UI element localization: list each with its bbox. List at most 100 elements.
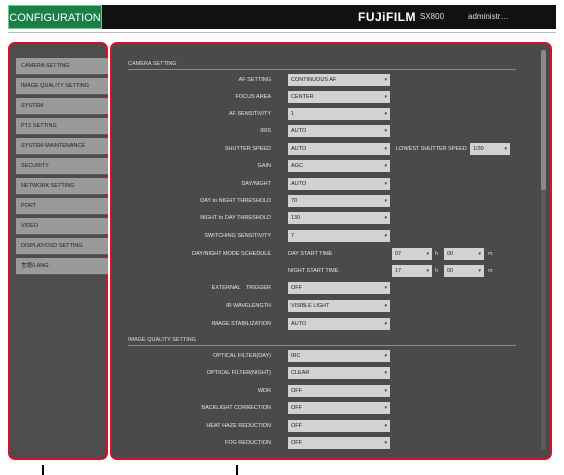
day-to-night-select[interactable]: 70 ▾: [288, 195, 390, 207]
optical-filter-night-label: OPTICAL FILTER(NIGHT): [206, 370, 271, 376]
hour-unit: h: [435, 268, 439, 274]
focus-area-select[interactable]: CENTER ▾: [288, 91, 390, 103]
sidebar-item-system[interactable]: SYSTEM: [16, 98, 108, 115]
chevron-down-icon: ▾: [384, 423, 387, 429]
sidebar-item-camera-setting[interactable]: CAMERA SETTING: [16, 58, 108, 75]
gain-label: GAIN: [257, 163, 271, 169]
ir-wavelength-label: IR WAVELENGTH: [226, 303, 271, 309]
callout-marker: [236, 465, 238, 475]
backlight-label: BACKLIGHT CORRECTION: [201, 405, 271, 411]
schedule-label: DAY/NIGHT MODE SCHEDULE: [192, 251, 271, 257]
chevron-down-icon: ▾: [384, 370, 387, 376]
model-name: SX800: [420, 12, 445, 21]
chevron-down-icon: ▾: [426, 268, 429, 274]
header-divider: [8, 32, 556, 33]
chevron-down-icon: ▾: [478, 268, 481, 274]
chevron-down-icon: ▾: [384, 388, 387, 394]
chevron-down-icon: ▾: [504, 146, 507, 152]
af-sensitivity-label: AF SENSITIVITY: [228, 111, 271, 117]
day-start-label: DAY START TIME: [288, 251, 333, 257]
chevron-down-icon: ▾: [426, 251, 429, 257]
chevron-down-icon: ▾: [384, 181, 387, 187]
ir-wavelength-select[interactable]: VISIBLE LIGHT ▾: [288, 300, 390, 312]
day-start-min-select[interactable]: 00 ▾: [444, 248, 484, 260]
gain-select[interactable]: AGC ▾: [288, 160, 390, 172]
chevron-down-icon: ▾: [384, 405, 387, 411]
chevron-down-icon: ▾: [478, 251, 481, 257]
chevron-down-icon: ▾: [384, 233, 387, 239]
wdr-select[interactable]: OFF ▾: [288, 385, 390, 397]
chevron-down-icon: ▾: [384, 321, 387, 327]
focus-area-label: FOCUS AREA: [235, 94, 271, 100]
shutter-speed-select[interactable]: AUTO ▾: [288, 143, 390, 155]
heat-haze-select[interactable]: OFF ▾: [288, 420, 390, 432]
shutter-speed-label: SHUTTER SPEED: [224, 146, 271, 152]
sidebar-item-display-osd[interactable]: DISPLAY/OSD SETTING: [16, 238, 108, 255]
chevron-down-icon: ▾: [384, 215, 387, 221]
af-setting-select[interactable]: CONTINUOUS AF ▾: [288, 74, 390, 86]
chevron-down-icon: ▾: [384, 353, 387, 359]
camera-setting-title: CAMERA SETTING: [128, 61, 177, 67]
user-menu[interactable]: administr…: [468, 5, 508, 29]
sidebar-item-ptz[interactable]: PTZ SETTING: [16, 118, 108, 135]
scrollbar-thumb[interactable]: [541, 50, 546, 190]
lowest-shutter-label: LOWEST SHUTTER SPEED: [396, 146, 467, 152]
image-stabilization-select[interactable]: AUTO ▾: [288, 318, 390, 330]
sidebar-item-language[interactable]: 言語/LANG.: [16, 258, 108, 275]
settings-panel: CAMERA SETTING AF SETTING CONTINUOUS AF ▾…: [110, 42, 552, 460]
minute-unit: m: [488, 268, 493, 274]
switching-sensitivity-select[interactable]: 7 ▾: [288, 230, 390, 242]
day-night-select[interactable]: AUTO ▾: [288, 178, 390, 190]
lowest-shutter-select[interactable]: 1/30 ▾: [470, 143, 510, 155]
night-to-day-select[interactable]: 130 ▾: [288, 212, 390, 224]
day-night-label: DAY/NIGHT: [241, 181, 271, 187]
chevron-down-icon: ▾: [384, 111, 387, 117]
image-quality-title: IMAGE QUALITY SETTING: [128, 337, 197, 343]
iris-select[interactable]: AUTO ▾: [288, 125, 390, 137]
chevron-down-icon: ▾: [384, 94, 387, 100]
af-sensitivity-select[interactable]: 1 ▾: [288, 108, 390, 120]
night-to-day-label: NIGHT to DAY THRESHOLD: [200, 215, 271, 221]
header-bar: CONFIGURATION FUJiFILM SX800 administr…: [8, 5, 556, 29]
optical-filter-night-select[interactable]: CLEAR ▾: [288, 367, 390, 379]
minute-unit: m: [488, 251, 493, 257]
app-title-tab[interactable]: CONFIGURATION: [8, 5, 102, 29]
af-setting-label: AF SETTING: [238, 77, 271, 83]
day-to-night-label: DAY to NIGHT THRESHOLD: [200, 198, 271, 204]
section-divider: [128, 69, 516, 70]
chevron-down-icon: ▾: [384, 163, 387, 169]
section-divider: [128, 345, 516, 346]
external-trigger-select[interactable]: OFF ▾: [288, 282, 390, 294]
chevron-down-icon: ▾: [384, 285, 387, 291]
heat-haze-label: HEAT HAZE REDUCTION: [206, 423, 271, 429]
sidebar-item-system-maintenance[interactable]: SYSTEM MAINTENANCE: [16, 138, 108, 155]
optical-filter-day-select[interactable]: IRC ▾: [288, 350, 390, 362]
backlight-select[interactable]: OFF ▾: [288, 402, 390, 414]
sidebar-item-image-quality[interactable]: IMAGE QUALITY SETTING: [16, 78, 108, 95]
external-trigger-label: EXTERNAL TRIGGER: [211, 285, 271, 291]
chevron-down-icon: ▾: [384, 77, 387, 83]
day-start-hour-select[interactable]: 07 ▾: [392, 248, 432, 260]
chevron-down-icon: ▾: [384, 198, 387, 204]
hour-unit: h: [435, 251, 439, 257]
sidebar: CAMERA SETTING IMAGE QUALITY SETTING SYS…: [8, 42, 108, 460]
callout-marker: [42, 465, 44, 475]
chevron-down-icon: ▾: [384, 128, 387, 134]
sidebar-item-video[interactable]: VIDEO: [16, 218, 108, 235]
scrollbar[interactable]: [541, 50, 546, 450]
night-start-hour-select[interactable]: 17 ▾: [392, 265, 432, 277]
switching-sensitivity-label: SWITCHING SENSITIVITY: [204, 233, 271, 239]
fog-reduction-select[interactable]: OFF ▾: [288, 437, 390, 449]
image-stabilization-label: IMAGE STABILIZATION: [211, 321, 271, 327]
wdr-label: WDR: [257, 388, 271, 394]
iris-label: IRIS: [260, 128, 271, 134]
night-start-min-select[interactable]: 00 ▾: [444, 265, 484, 277]
brand-logo: FUJiFILM: [358, 10, 416, 24]
sidebar-item-security[interactable]: SECURITY: [16, 158, 108, 175]
chevron-down-icon: ▾: [384, 146, 387, 152]
sidebar-item-port[interactable]: PORT: [16, 198, 108, 215]
fog-reduction-label: FOG REDUCTION: [224, 440, 271, 446]
night-start-label: NIGHT START TIME: [288, 268, 339, 274]
sidebar-item-network[interactable]: NETWORK SETTING: [16, 178, 108, 195]
chevron-down-icon: ▾: [384, 440, 387, 446]
